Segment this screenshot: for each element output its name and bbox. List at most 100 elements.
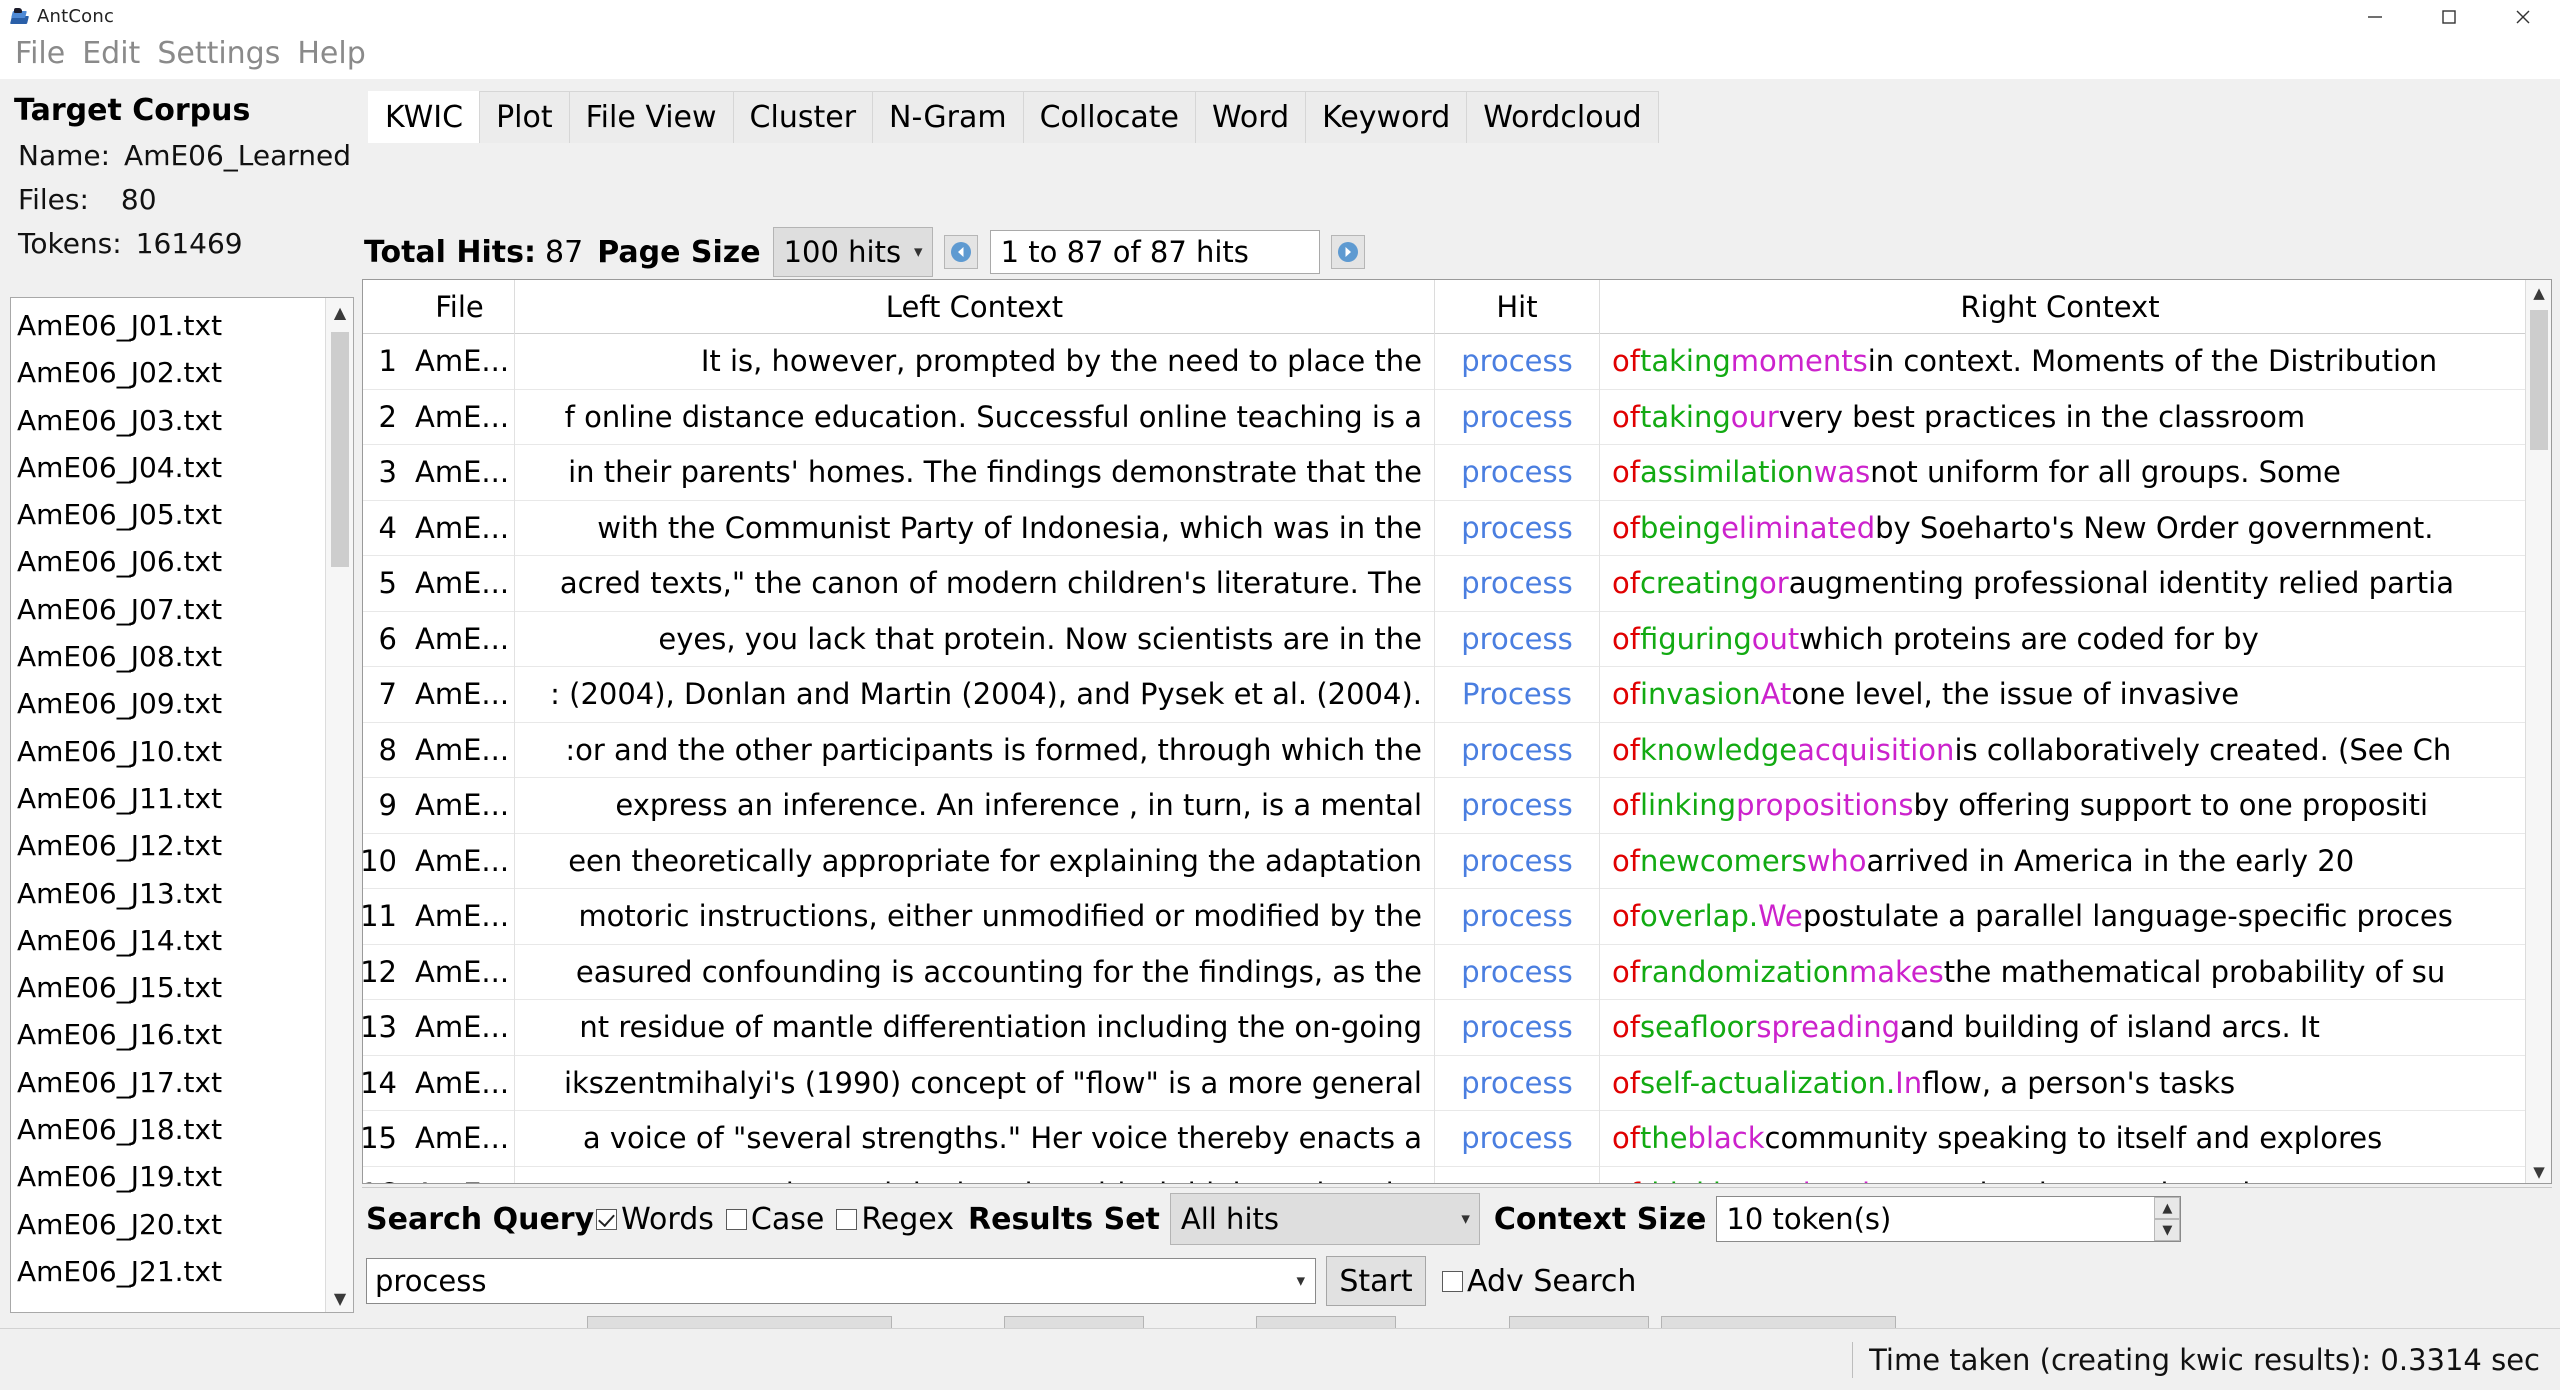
table-row[interactable]: 6AmE...eyes, you lack that protein. Now … — [363, 612, 2551, 668]
file-list-item[interactable]: AmE06_J17.txt — [17, 1059, 353, 1106]
row-index: 9 — [363, 778, 405, 834]
tab-keyword[interactable]: Keyword — [1305, 91, 1467, 143]
table-row[interactable]: 5AmE...acred texts," the canon of modern… — [363, 556, 2551, 612]
table-row[interactable]: 10AmE...een theoretically appropriate fo… — [363, 834, 2551, 890]
minimize-icon[interactable] — [2338, 0, 2412, 33]
tab-collocate[interactable]: Collocate — [1023, 91, 1196, 143]
file-list-scrollbar[interactable]: ▲ ▼ — [325, 298, 353, 1312]
row-file: AmE... — [405, 611, 515, 667]
tab-cluster[interactable]: Cluster — [733, 91, 873, 143]
file-list-item[interactable]: AmE06_J07.txt — [17, 586, 353, 633]
file-list-item[interactable]: AmE06_J10.txt — [17, 728, 353, 775]
maximize-icon[interactable] — [2412, 0, 2486, 33]
column-header-right-context[interactable]: Right Context — [1600, 280, 2520, 334]
file-list-item[interactable]: AmE06_J04.txt — [17, 444, 353, 491]
page-size-select[interactable]: 100 hits ▾ — [773, 227, 933, 277]
file-list-item[interactable]: AmE06_J12.txt — [17, 822, 353, 869]
column-header-file[interactable]: File — [405, 280, 515, 334]
start-button[interactable]: Start — [1326, 1256, 1426, 1306]
words-checkbox[interactable]: Words — [596, 1202, 714, 1237]
results-set-select[interactable]: All hits ▾ — [1170, 1193, 1480, 1245]
table-row[interactable]: 7AmE...: (2004), Donlan and Martin (2004… — [363, 667, 2551, 723]
next-page-button[interactable] — [1331, 235, 1365, 269]
regex-checkbox[interactable]: Regex — [836, 1202, 954, 1237]
row-file: AmE... — [405, 1000, 515, 1056]
scroll-thumb[interactable] — [331, 332, 349, 567]
table-row[interactable]: 8AmE...:or and the other participants is… — [363, 723, 2551, 779]
file-list-item[interactable]: AmE06_J02.txt — [17, 349, 353, 396]
file-list-item[interactable]: AmE06_J19.txt — [17, 1153, 353, 1200]
row-right-context: of creating or augmenting professional i… — [1600, 556, 2520, 612]
table-row[interactable]: 15AmE...a voice of "several strengths." … — [363, 1111, 2551, 1167]
row-index: 14 — [363, 1055, 405, 1111]
status-bar: Time taken (creating kwic results): 0.33… — [0, 1328, 2560, 1390]
table-row[interactable]: 13AmE...nt residue of mantle differentia… — [363, 1000, 2551, 1056]
right-context-segment: community speaking to itself and explore… — [1765, 1121, 2383, 1155]
context-size-stepper[interactable]: ▲ ▼ — [2154, 1197, 2180, 1241]
window-title: AntConc — [37, 6, 114, 27]
column-header-index[interactable] — [363, 280, 405, 334]
stepper-down-icon[interactable]: ▼ — [2154, 1219, 2180, 1241]
column-header-left-context[interactable]: Left Context — [515, 280, 1435, 334]
table-row[interactable]: 2AmE...f online distance education. Succ… — [363, 390, 2551, 446]
file-list-item[interactable]: AmE06_J01.txt — [17, 302, 353, 349]
row-left-context: :or and the other participants is formed… — [515, 722, 1435, 778]
chevron-down-icon[interactable]: ▾ — [1296, 1271, 1305, 1291]
right-context-segment: out — [1752, 622, 1800, 656]
table-row[interactable]: 14AmE...ikszentmihalyi's (1990) concept … — [363, 1056, 2551, 1112]
row-file: AmE... — [405, 445, 515, 501]
row-index: 15 — [363, 1111, 405, 1167]
menu-item-edit[interactable]: Edit — [78, 36, 153, 75]
table-row[interactable]: 1AmE...It is, however, prompted by the n… — [363, 334, 2551, 390]
file-list-item[interactable]: AmE06_J11.txt — [17, 775, 353, 822]
close-icon[interactable] — [2486, 0, 2560, 33]
file-list-item[interactable]: AmE06_J13.txt — [17, 870, 353, 917]
table-row[interactable]: 16AmE...is not, it is that the critical … — [363, 1167, 2551, 1185]
context-size-input[interactable]: 10 token(s) ▲ ▼ — [1716, 1196, 2181, 1242]
file-list-item[interactable]: AmE06_J03.txt — [17, 397, 353, 444]
stepper-up-icon[interactable]: ▲ — [2154, 1197, 2180, 1219]
adv-search-checkbox[interactable]: Adv Search — [1442, 1264, 1636, 1299]
table-row[interactable]: 11AmE...motoric instructions, either unm… — [363, 889, 2551, 945]
case-checkbox[interactable]: Case — [726, 1202, 824, 1237]
file-list-item[interactable]: AmE06_J09.txt — [17, 680, 353, 727]
chevron-down-icon: ▾ — [1461, 1209, 1470, 1229]
scroll-down-icon[interactable]: ▼ — [326, 1284, 354, 1312]
file-list-item[interactable]: AmE06_J20.txt — [17, 1201, 353, 1248]
row-file: AmE... — [405, 944, 515, 1000]
table-row[interactable]: 9AmE...express an inference. An inferenc… — [363, 778, 2551, 834]
right-context-segment: consciously attends to that process an — [1896, 1177, 2456, 1184]
tab-file-view[interactable]: File View — [569, 91, 734, 143]
file-list-item[interactable]: AmE06_J06.txt — [17, 538, 353, 585]
tab-wordcloud[interactable]: Wordcloud — [1466, 91, 1658, 143]
tab-kwic[interactable]: KWIC — [368, 91, 480, 143]
file-list-item[interactable]: AmE06_J08.txt — [17, 633, 353, 680]
file-list-item[interactable]: AmE06_J16.txt — [17, 1011, 353, 1058]
file-list-item[interactable]: AmE06_J21.txt — [17, 1248, 353, 1295]
scroll-up-icon[interactable]: ▲ — [2526, 280, 2552, 306]
row-file: AmE... — [405, 389, 515, 445]
tab-plot[interactable]: Plot — [479, 91, 570, 143]
menu-item-help[interactable]: Help — [293, 36, 378, 75]
results-table-scrollbar[interactable]: ▲ ▼ — [2525, 280, 2551, 1184]
file-list-item[interactable]: AmE06_J14.txt — [17, 917, 353, 964]
tab-n-gram[interactable]: N-Gram — [872, 91, 1024, 143]
file-list-item[interactable]: AmE06_J18.txt — [17, 1106, 353, 1153]
table-row[interactable]: 3AmE...in their parents' homes. The find… — [363, 445, 2551, 501]
file-list-item[interactable]: AmE06_J05.txt — [17, 491, 353, 538]
menu-item-file[interactable]: File — [11, 36, 78, 75]
prev-page-button[interactable] — [944, 235, 978, 269]
table-row[interactable]: 12AmE...easured confounding is accountin… — [363, 945, 2551, 1001]
file-list-item[interactable]: AmE06_J15.txt — [17, 964, 353, 1011]
row-file: AmE... — [405, 778, 515, 834]
table-row[interactable]: 4AmE...with the Communist Party of Indon… — [363, 501, 2551, 557]
kwic-results-table[interactable]: File Left Context Hit Right Context 1AmE… — [362, 279, 2552, 1184]
scroll-down-icon[interactable]: ▼ — [2526, 1159, 2552, 1184]
tab-word[interactable]: Word — [1195, 91, 1306, 143]
scroll-up-icon[interactable]: ▲ — [326, 298, 354, 326]
menu-item-settings[interactable]: Settings — [153, 36, 293, 75]
column-header-hit[interactable]: Hit — [1435, 280, 1600, 334]
corpus-file-list[interactable]: AmE06_J01.txtAmE06_J02.txtAmE06_J03.txtA… — [10, 297, 354, 1313]
search-input[interactable]: process ▾ — [366, 1258, 1316, 1304]
scroll-thumb[interactable] — [2530, 310, 2548, 450]
